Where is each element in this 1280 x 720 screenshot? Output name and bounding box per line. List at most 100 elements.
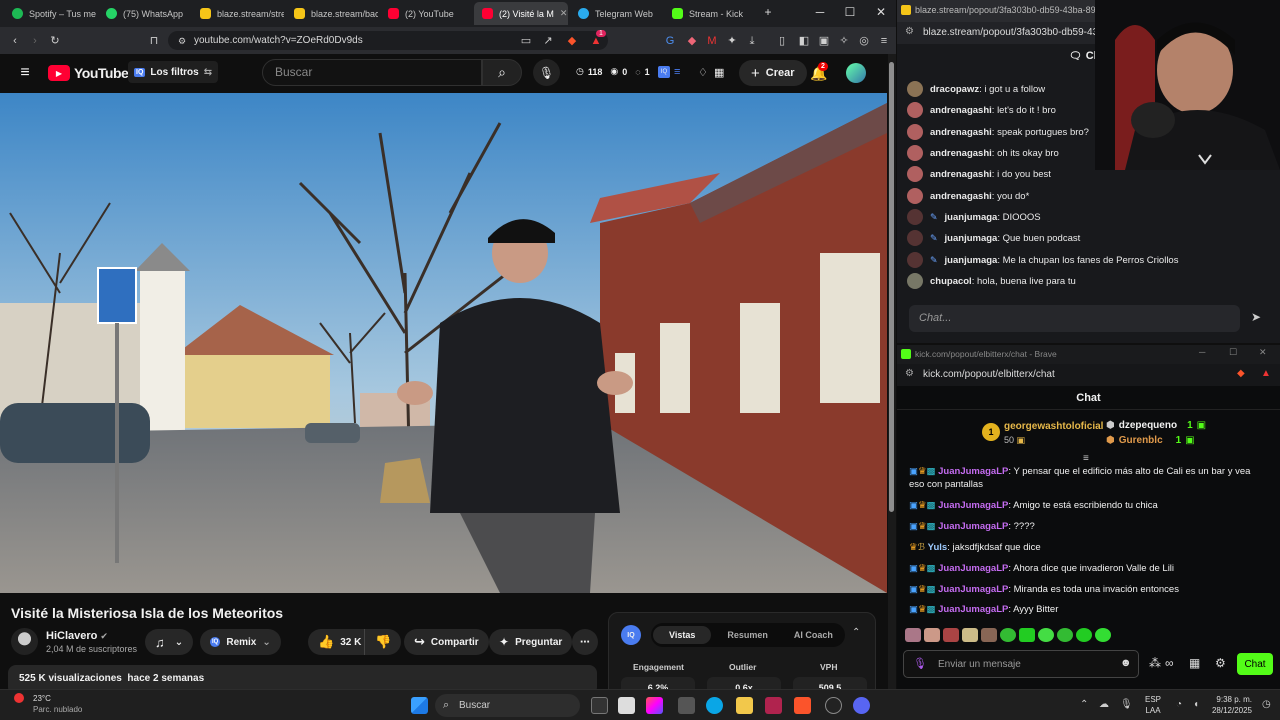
tab-kick[interactable]: Stream - Kick [664,2,756,25]
kick-url[interactable]: kick.com/popout/elbitterx/chat [923,369,1055,380]
search-icon[interactable]: ⌕ [482,59,522,86]
create-button[interactable]: + Crear [739,60,807,86]
video-player[interactable] [0,93,887,593]
weather-temperature[interactable]: 23°C [33,694,51,703]
vidiq-filters-button[interactable]: IQ Los filtros ⇆ [128,61,219,83]
send-icon[interactable]: ➤ [1251,310,1261,324]
vidiq-tab-views[interactable]: Vistas [653,626,712,644]
store-icon[interactable]: ▦ [1189,656,1200,670]
bookmark-icon[interactable]: ⊓ [146,33,162,49]
avatar[interactable] [846,63,866,83]
emote-icon[interactable] [1076,628,1092,642]
tab-blaze-2[interactable]: blaze.stream/bac [286,2,378,25]
collapse-icon[interactable]: ⌃ [852,627,860,638]
emote-icon[interactable] [943,628,959,642]
maximize-icon[interactable]: ☐ [840,5,860,19]
scrollbar-thumb[interactable] [889,62,894,512]
volume-icon[interactable]: ◖ [1193,699,1199,710]
extension-m-icon[interactable]: M [704,33,720,49]
tab-whatsapp[interactable]: (75) WhatsApp [98,2,190,25]
brave-rewards-icon[interactable]: ▲ [1261,368,1271,379]
vidiq-grid-icon[interactable]: ▦ [714,66,724,79]
emote-icon[interactable] [1095,628,1111,642]
emote-icon[interactable] [1019,628,1035,642]
kick-chat-input[interactable]: 🎙 Enviar un mensaje ☻ [903,650,1139,678]
task-view-icon[interactable] [591,697,608,714]
brave-shield-icon[interactable]: ◆ [1237,368,1245,379]
brave-shield-icon[interactable]: ◆ [564,33,580,49]
obs-icon[interactable] [825,697,842,714]
emote-icon[interactable] [1038,628,1054,642]
infinity-icon[interactable]: ∞ [1165,656,1174,670]
gifter-row[interactable]: ⬢ dzepequeno 1 ▣ [1106,420,1206,431]
close-tab-icon[interactable]: ✕ [560,8,568,19]
gear-icon[interactable]: ⚙ [1215,656,1226,670]
extensions-icon[interactable]: ✦ [724,33,740,49]
emote-icon[interactable] [905,628,921,642]
vpn-icon[interactable]: ◎ [856,33,872,49]
office-app-icon[interactable] [765,697,782,714]
tab-youtube-active[interactable]: (2) Visité la M ✕ [474,2,568,25]
dislike-button[interactable]: 👎 [364,629,402,655]
share-button[interactable]: ↪ Compartir [404,629,489,655]
minimize-icon[interactable]: ─ [810,5,830,19]
channel-name[interactable]: HiClavero ✔ [46,630,108,642]
site-settings-icon[interactable]: ⚙ [174,33,190,49]
channel-avatar[interactable] [11,628,38,655]
description-box[interactable]: 525 K visualizaciones hace 2 semanas [8,665,597,689]
close-window-icon[interactable]: ✕ [871,5,891,19]
copilot-icon[interactable] [646,697,663,714]
site-settings-icon[interactable]: ⚙ [905,26,914,37]
vidiq-toolbar-icon[interactable]: IQ [658,66,670,78]
mic-tray-icon[interactable]: 🎙 [1120,699,1133,710]
menu-icon[interactable]: ≡ [876,33,892,49]
translate-icon[interactable]: G [662,33,678,49]
taskbar-search[interactable]: ⌕ Buscar [435,694,580,717]
maximize-icon[interactable]: ☐ [1229,347,1237,358]
tab-blaze-1[interactable]: blaze.stream/stre [192,2,284,25]
tab-youtube[interactable]: (2) YouTube [380,2,472,25]
cast-icon[interactable]: ▭ [518,33,534,49]
ask-button[interactable]: ✦ Preguntar [489,629,573,655]
points-icon[interactable]: ⁂ [1149,656,1161,670]
weather-description[interactable]: Parc. nublado [33,705,82,714]
emote-icon[interactable] [1000,628,1016,642]
vidiq-list-icon[interactable]: ≡ [674,66,680,78]
store-app-icon[interactable] [678,697,695,714]
vidiq-tab-ai-coach[interactable]: AI Coach [784,626,843,644]
language-indicator[interactable]: ESP LAA [1145,694,1161,716]
send-chat-button[interactable]: Chat [1237,653,1273,675]
gifter-row[interactable]: ⬢ Gurenblc 1 ▣ [1106,435,1195,446]
new-tab-icon[interactable]: + [758,5,778,19]
discord-icon[interactable] [853,697,870,714]
emote-icon[interactable] [924,628,940,642]
reload-icon[interactable]: ↻ [47,33,63,49]
windows-start-icon[interactable] [411,697,428,714]
wallet-icon[interactable]: ▣ [816,33,832,49]
microphone-icon[interactable]: 🎙 [533,59,560,86]
notifications-icon[interactable]: ◷ [1262,699,1271,710]
close-window-icon[interactable]: ✕ [1259,347,1267,358]
explorer-app-icon[interactable] [618,697,635,714]
emote-icon[interactable] [1057,628,1073,642]
split-icon[interactable]: ◧ [796,33,812,49]
page-scrollbar[interactable] [888,54,896,689]
top-gifter-name[interactable]: georgewashtoloficial [1004,421,1103,432]
subscribed-bell-button[interactable]: ♫ ⌄ [145,629,194,655]
onedrive-icon[interactable]: ☁ [1099,699,1109,710]
hamburger-icon[interactable]: ≡ [16,64,34,82]
vidiq-bulb-icon[interactable]: ♢ [698,66,708,79]
clock[interactable]: 9:38 p. m. 28/12/2025 [1208,694,1252,716]
emoji-icon[interactable]: ☻ [1120,657,1132,669]
emote-icon[interactable] [981,628,997,642]
more-options-icon[interactable]: ⋯ [572,629,598,655]
expand-icon[interactable]: ≡ [1083,453,1089,464]
emote-icon[interactable] [962,628,978,642]
brave-app-icon[interactable] [794,697,811,714]
extension-fox-icon[interactable]: ◆ [684,33,700,49]
leo-icon[interactable]: ✧ [836,33,852,49]
wifi-icon[interactable]: ◔ [1176,699,1182,710]
edge-icon[interactable] [706,697,723,714]
blaze-chat-input[interactable]: Chat... [909,305,1240,332]
weather-alert-icon[interactable] [14,693,24,703]
